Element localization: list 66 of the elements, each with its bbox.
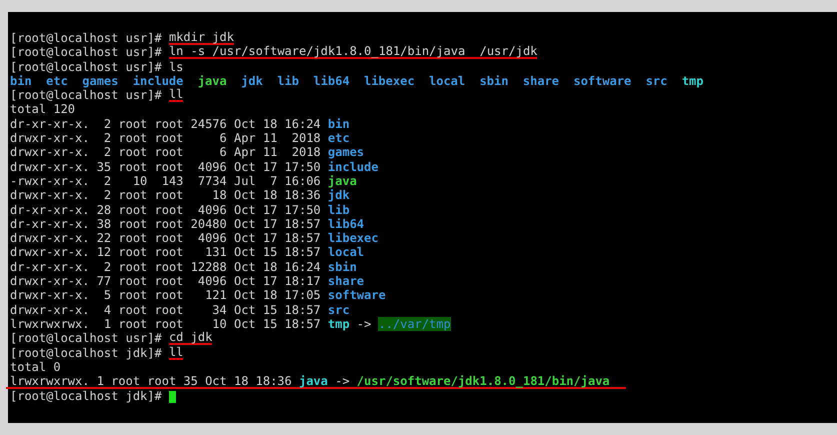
directory-name: local [328, 245, 364, 260]
directory-name: sbin [480, 74, 508, 88]
directory-name: share [328, 274, 364, 288]
output-text: drwxr-xr-x. 35 root root 4096 Oct 17 17:50 [10, 160, 322, 174]
output-text: dr-xr-xr-x. 2 root root 24576 Oct 18 16:24 [10, 116, 322, 132]
output-text: lrwxrwxrwx. 1 root root 35 Oct 18 18:36 [10, 374, 293, 388]
command-text: ls [168, 60, 184, 74]
symlink-target: ../var/tmp [378, 316, 451, 332]
directory-name: src [646, 74, 668, 88]
directory-name: local [429, 74, 466, 88]
output-text: drwxr-xr-x. 2 root root 6 Apr 11 2018 [10, 131, 322, 146]
directory-name: sbin [328, 260, 357, 274]
directory-name: src [328, 302, 350, 317]
directory-name: lib [277, 74, 299, 88]
symlink-name: tmp [328, 316, 350, 332]
output-text: drwxr-xr-x. 4 root root 34 Oct 15 18:57 [10, 302, 322, 317]
command-text: ll [168, 88, 184, 102]
directory-name: games [328, 145, 364, 160]
directory-name: software [573, 74, 632, 88]
output-text: -rwxr-xr-x. 2 10 143 7734 Jul 7 16:06 [10, 174, 322, 188]
output-text: drwxr-xr-x. 2 root root 18 Oct 18 18:36 [10, 188, 322, 203]
command-text: ln -s /usr/software/jdk1.8.0_181/bin/java /usr/jdk [168, 45, 538, 60]
output-text: dr-xr-xr-x. 38 root root 20480 Oct 17 18:57 [10, 216, 322, 232]
output-text: lrwxrwxrwx. 1 root root 10 Oct 15 18:57 [10, 316, 322, 332]
symlink-name: tmp [682, 74, 704, 88]
directory-name: include [132, 74, 184, 88]
directory-name: libexec [328, 231, 378, 246]
directory-name: include [328, 160, 378, 174]
output-text: drwxr-xr-x. 2 root root 6 Apr 11 2018 [10, 145, 322, 160]
directory-name: etc [328, 131, 350, 146]
output-text: total 120 [10, 102, 76, 117]
command-text: mkdir jdk [168, 31, 234, 46]
shell-prompt: [root@localhost jdk]# [10, 389, 163, 404]
directory-name: lib [328, 202, 350, 217]
command-text: ll [168, 346, 184, 360]
directory-name: lib64 [328, 216, 364, 232]
directory-name: jdk [328, 188, 350, 203]
symlink-name: java [298, 374, 328, 388]
directory-name: lib64 [313, 74, 350, 88]
shell-prompt: [root@localhost usr]# [10, 88, 163, 102]
executable-name: /usr/software/jdk1.8.0_181/bin/java [356, 374, 610, 388]
output-text: dr-xr-xr-x. 28 root root 4096 Oct 17 17:50 [10, 202, 322, 217]
shell-prompt: [root@localhost usr]# [10, 331, 163, 346]
shell-prompt: [root@localhost jdk]# [10, 346, 163, 360]
directory-name: share [522, 74, 560, 88]
directory-name: bin [10, 74, 32, 88]
directory-name: jdk [241, 74, 263, 88]
directory-name: bin [328, 116, 350, 132]
symlink-arrow: -> [334, 374, 351, 388]
shell-prompt: [root@localhost usr]# [10, 45, 163, 60]
output-text: drwxr-xr-x. 12 root root 131 Oct 15 18:57 [10, 245, 322, 260]
output-text: drwxr-xr-x. 77 root root 4096 Oct 17 18:17 [10, 274, 322, 288]
shell-prompt: [root@localhost usr]# [10, 31, 163, 46]
directory-name: software [328, 288, 386, 303]
command-text: cd jdk [168, 331, 212, 346]
shell-prompt: [root@localhost usr]# [10, 60, 163, 74]
output-text: total 0 [10, 360, 61, 374]
directory-name: games [82, 74, 118, 88]
symlink-arrow: -> [356, 316, 372, 332]
directory-name: libexec [364, 74, 415, 88]
executable-name: java [198, 74, 227, 88]
directory-name: etc [46, 74, 68, 88]
output-text: drwxr-xr-x. 22 root root 4096 Oct 17 18:57 [10, 231, 322, 246]
executable-name: java [328, 174, 357, 188]
output-text: dr-xr-xr-x. 2 root root 12288 Oct 18 16:24 [10, 260, 322, 274]
output-text: drwxr-xr-x. 5 root root 121 Oct 18 17:05 [10, 288, 322, 303]
